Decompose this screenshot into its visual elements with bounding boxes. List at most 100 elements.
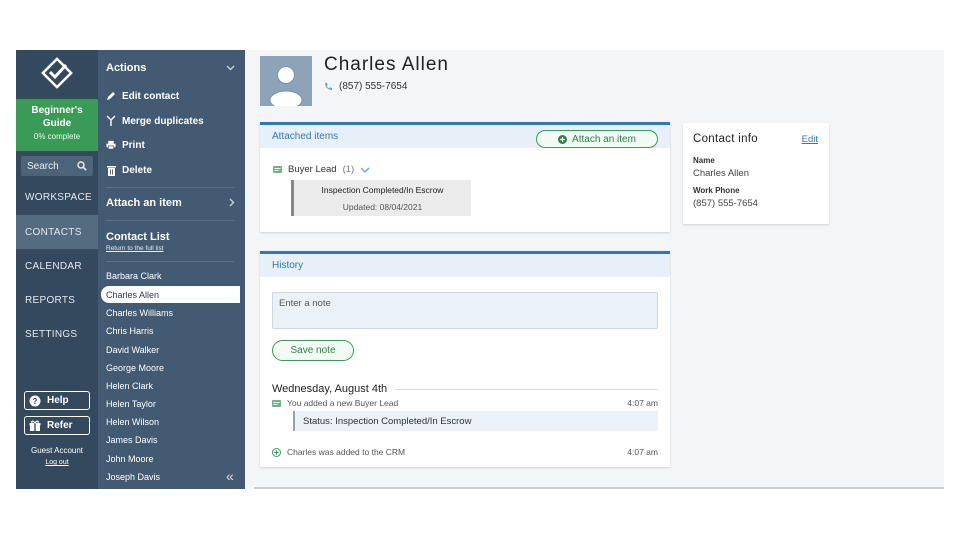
attached-items-card: Attached items Attach an item Buyer Lead…: [260, 122, 670, 232]
chevron-down-icon[interactable]: [226, 63, 235, 74]
guide-title: Beginner's Guide: [31, 105, 83, 129]
search-label: Search: [27, 160, 59, 172]
search-icon: [77, 161, 87, 171]
contact-list-item-selected[interactable]: Charles Allen: [101, 286, 240, 303]
contact-info-name-value: Charles Allen: [693, 168, 749, 179]
contact-list-item[interactable]: Helen Clark: [106, 377, 245, 394]
history-entry: You added a new Buyer Lead 4:07 am: [272, 398, 658, 408]
actions-heading[interactable]: Actions: [106, 62, 146, 74]
bottom-divider: [254, 487, 944, 489]
merge-icon: [106, 115, 116, 127]
person-icon: [269, 66, 303, 106]
pencil-icon: [106, 90, 116, 102]
trash-icon: [106, 164, 116, 176]
delete-action[interactable]: Delete: [106, 164, 152, 176]
search-button[interactable]: Search: [21, 156, 93, 176]
history-day-label: Wednesday, August 4th: [272, 383, 388, 395]
avatar: [260, 56, 312, 106]
guide-progress: 0% complete: [33, 132, 81, 141]
return-full-list-link[interactable]: Return to the full list: [106, 245, 163, 252]
left-rail: Beginner's Guide 0% complete Search WORK…: [16, 50, 98, 489]
print-action[interactable]: Print: [106, 139, 145, 151]
attach-item-button[interactable]: Attach an item: [536, 130, 658, 148]
account-area: Guest Account Log out: [16, 446, 98, 466]
logout-link[interactable]: Log out: [16, 459, 98, 466]
history-entry-status: Status: Inspection Completed/In Escrow: [293, 411, 658, 431]
contact-list-item[interactable]: James Davis: [106, 431, 245, 448]
contact-info-phone-label: Work Phone: [693, 186, 740, 195]
buyer-lead-label: Buyer Lead: [288, 164, 337, 175]
nav-settings[interactable]: SETTINGS: [16, 317, 98, 351]
history-day-divider: [395, 388, 658, 390]
buyer-lead-count: (1): [342, 164, 355, 175]
contact-list-item[interactable]: Helen Wilson: [106, 413, 245, 430]
history-entry: Charles was added to the CRM 4:07 am: [272, 447, 658, 457]
contact-panel: Actions Edit contact Merge duplicates Pr…: [98, 50, 245, 489]
gift-icon: [29, 420, 41, 432]
contact-list-item[interactable]: Chris Harris: [106, 322, 245, 339]
edit-contact-action[interactable]: Edit contact: [106, 90, 179, 102]
history-entry-time: 4:07 am: [627, 447, 658, 457]
edit-contact-label: Edit contact: [122, 90, 180, 102]
buyer-lead-updated: Updated: 08/04/2021: [342, 202, 423, 212]
print-label: Print: [122, 139, 145, 151]
contact-info-edit-link[interactable]: Edit: [802, 134, 818, 145]
contact-phone[interactable]: (857) 555-7654: [324, 81, 407, 92]
note-input[interactable]: Enter a note: [272, 292, 658, 329]
help-icon: ?: [29, 395, 41, 407]
contact-info-title: Contact info: [693, 133, 758, 145]
buyer-lead-toggle[interactable]: Buyer Lead (1): [273, 164, 370, 175]
phone-icon: [325, 83, 332, 90]
svg-text:?: ?: [33, 397, 38, 406]
panel-divider: [106, 261, 234, 262]
contact-list-item[interactable]: John Moore: [106, 450, 245, 467]
help-label: Help: [47, 395, 69, 406]
buyer-lead-status: Inspection Completed/In Escrow: [321, 185, 444, 195]
contact-list-item[interactable]: Joseph Davis: [106, 468, 245, 485]
nav-calendar[interactable]: CALENDAR: [16, 249, 98, 283]
contact-info-card: Contact info Edit Name Charles Allen Wor…: [683, 123, 829, 224]
plus-circle-icon: [558, 134, 568, 144]
refer-label: Refer: [47, 420, 73, 431]
attach-item-button-label: Attach an item: [572, 133, 636, 145]
contact-info-phone-value: (857) 555-7654: [693, 198, 758, 209]
contact-list-heading: Contact List: [106, 231, 170, 243]
help-button[interactable]: ? Help: [24, 391, 90, 410]
nav-workspace[interactable]: WORKSPACE: [16, 180, 98, 214]
contact-list-item[interactable]: Barbara Clark: [106, 267, 245, 284]
contact-list-item[interactable]: David Walker: [106, 341, 245, 358]
printer-icon: [106, 139, 116, 151]
history-entry-text: Charles was added to the CRM: [287, 447, 406, 457]
history-title: History: [260, 254, 670, 277]
history-entry-time: 4:07 am: [627, 398, 658, 408]
contact-list-item[interactable]: Helen Taylor: [106, 395, 245, 412]
panel-divider: [106, 220, 234, 221]
merge-duplicates-label: Merge duplicates: [122, 115, 204, 127]
app-logo[interactable]: [16, 50, 98, 96]
buyer-lead-item[interactable]: Inspection Completed/In Escrow Updated: …: [291, 180, 471, 216]
checkmark-logo-icon: [41, 57, 73, 89]
attach-item-heading[interactable]: Attach an item: [106, 197, 182, 209]
lead-card-icon: [272, 399, 281, 407]
save-note-button[interactable]: Save note: [272, 340, 354, 361]
plus-circle-icon: [272, 447, 281, 457]
contact-name: Charles Allen: [324, 54, 449, 75]
contact-list-item[interactable]: Charles Williams: [106, 304, 245, 321]
merge-duplicates-action[interactable]: Merge duplicates: [106, 115, 204, 127]
account-label: Guest Account: [30, 446, 84, 455]
contact-phone-number: (857) 555-7654: [339, 81, 408, 92]
panel-divider: [106, 187, 234, 188]
delete-label: Delete: [122, 164, 153, 176]
chevron-down-icon: [360, 167, 370, 173]
contact-info-name-label: Name: [693, 156, 715, 165]
nav-reports[interactable]: REPORTS: [16, 283, 98, 317]
beginners-guide[interactable]: Beginner's Guide 0% complete: [16, 99, 98, 151]
nav-contacts[interactable]: CONTACTS: [16, 215, 98, 249]
contact-list-item[interactable]: George Moore: [106, 359, 245, 376]
refer-button[interactable]: Refer: [24, 416, 90, 435]
history-day-heading: Wednesday, August 4th: [272, 383, 658, 395]
collapse-panel-icon[interactable]: «: [226, 468, 234, 484]
chevron-right-icon[interactable]: [229, 198, 235, 210]
history-entry-text: You added a new Buyer Lead: [287, 398, 399, 408]
history-card: History Enter a note Save note Wednesday…: [260, 251, 670, 467]
